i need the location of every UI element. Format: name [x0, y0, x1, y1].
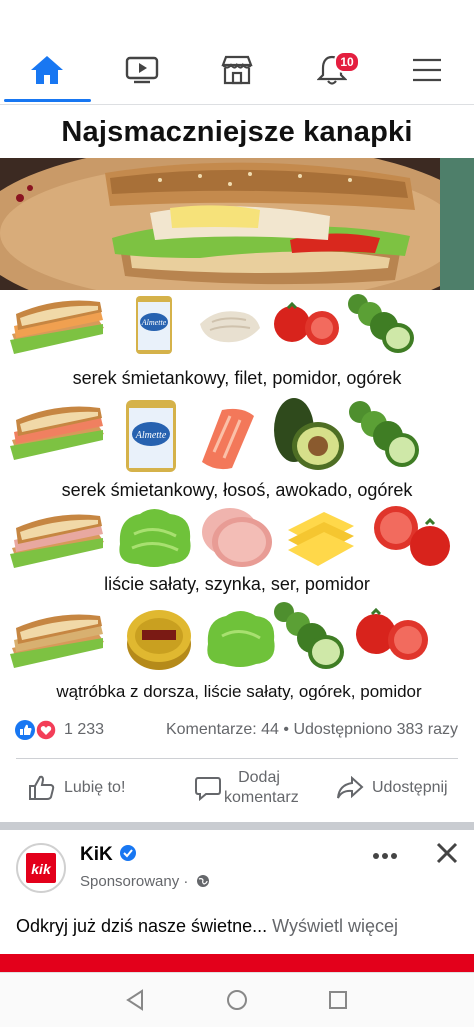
- more-options-icon[interactable]: [372, 848, 398, 866]
- ad-media-preview[interactable]: [0, 954, 474, 972]
- comment-button[interactable]: Dodaj komentarz: [194, 762, 299, 814]
- avocado-icon: [274, 398, 344, 470]
- comments-count[interactable]: Komentarze: 44: [166, 721, 279, 738]
- salmon-icon: [202, 408, 254, 470]
- stats-separator: •: [283, 721, 289, 738]
- ham-icon: [202, 508, 272, 567]
- comment-bubble-icon: [195, 777, 221, 801]
- ingredient-row-3: liście sałaty, szynka, ser, pomidor: [0, 502, 474, 612]
- like-label: Lubię to!: [64, 779, 126, 796]
- back-icon[interactable]: [124, 989, 146, 1016]
- home-circle-icon[interactable]: [226, 989, 248, 1016]
- ingredient-row-4: wątróbka z dorsza, liście sałaty, ogórek…: [0, 600, 474, 700]
- menu-hamburger-icon[interactable]: [403, 48, 451, 92]
- close-icon[interactable]: [436, 842, 458, 869]
- cheese-icon: [288, 512, 354, 566]
- almette-label: Almette: [141, 318, 167, 327]
- post-stats[interactable]: Komentarze: 44 • Udostępniono 383 razy: [166, 721, 458, 739]
- lettuce-icon: [119, 509, 191, 567]
- tomato-icon: [356, 607, 428, 660]
- kik-logo-text: kik: [31, 861, 52, 877]
- reaction-count[interactable]: 1 233: [64, 721, 104, 739]
- shares-count[interactable]: Udostępniono 383 razy: [293, 721, 458, 738]
- post-actions: Lubię to! Dodaj komentarz Udostępnij: [0, 762, 474, 818]
- tomato-icon: [274, 302, 339, 345]
- active-tab-indicator: [4, 99, 91, 102]
- like-button[interactable]: Lubię to!: [28, 762, 125, 814]
- sandwich-thumbnail: [10, 514, 104, 568]
- comment-label: Dodaj komentarz: [224, 769, 299, 806]
- sponsored-text: Sponsorowany ·: [80, 873, 189, 890]
- system-navigation-bar: [0, 972, 474, 1027]
- recents-square-icon[interactable]: [328, 990, 348, 1015]
- advertiser-name-text[interactable]: KiK: [80, 844, 113, 865]
- sponsored-label: Sponsorowany ·: [80, 873, 210, 890]
- advertiser-avatar[interactable]: kik: [16, 843, 66, 893]
- verified-badge-icon: [120, 845, 137, 861]
- divider: [16, 758, 458, 759]
- cucumber-icon: [274, 602, 344, 669]
- cucumber-icon: [348, 294, 414, 353]
- ingredients-caption-3: liście sałaty, szynka, ser, pomidor: [104, 574, 370, 594]
- hero-sandwich-photo: [0, 158, 474, 290]
- lettuce-icon: [207, 611, 275, 667]
- cucumber-icon: [349, 401, 419, 467]
- reactions-summary: 1 233 Komentarze: 44 • Udostępniono 383 …: [0, 712, 474, 748]
- almette-label: Almette: [135, 430, 167, 441]
- almette-cream-cheese-icon: Almette: [136, 296, 172, 354]
- chicken-fillet-icon: [200, 311, 260, 343]
- ad-body-text: Odkryj już dziś nasze świetne...: [16, 916, 268, 936]
- post-image[interactable]: Najsmaczniejsze kanapki Almette serek śm…: [0, 106, 474, 700]
- marketplace-icon[interactable]: [213, 48, 261, 92]
- like-love-reaction-icons[interactable]: [14, 719, 60, 741]
- ingredient-row-1: Almette serek śmietankowy, filet, pomido…: [0, 292, 474, 402]
- ingredients-caption-2: serek śmietankowy, łosoś, awokado, ogóre…: [61, 480, 413, 500]
- share-button[interactable]: Udostępnij: [336, 762, 448, 814]
- almette-cream-cheese-icon: Almette: [126, 400, 176, 472]
- video-icon[interactable]: [118, 48, 166, 92]
- globe-icon: [196, 875, 209, 887]
- ingredients-caption-1: serek śmietankowy, filet, pomidor, ogóre…: [72, 368, 402, 388]
- thumbs-up-icon: [29, 775, 55, 800]
- feed-separator: [0, 822, 474, 830]
- infographic-title: Najsmaczniejsze kanapki: [61, 116, 413, 148]
- kik-logo: kik: [26, 853, 56, 883]
- share-label: Udostępnij: [372, 779, 448, 796]
- cod-liver-can-icon: [127, 610, 191, 670]
- share-arrow-icon: [337, 776, 364, 799]
- ingredient-row-2: Almette serek śmietankowy, łosoś, awokad…: [0, 394, 474, 504]
- see-more-link[interactable]: Wyświetl więcej: [272, 916, 398, 936]
- sandwich-thumbnail: [10, 406, 104, 460]
- sandwich-thumbnail: [10, 614, 104, 668]
- ad-text: Odkryj już dziś nasze świetne... Wyświet…: [16, 916, 398, 937]
- ingredients-caption-4: wątróbka z dorsza, liście sałaty, ogórek…: [56, 682, 422, 700]
- sandwich-thumbnail: [10, 300, 104, 354]
- top-navigation-bar: 10: [0, 0, 474, 105]
- notifications-badge: 10: [334, 51, 360, 73]
- advertiser-name[interactable]: KiK: [80, 844, 137, 866]
- tomato-icon: [374, 506, 450, 566]
- home-icon[interactable]: [23, 48, 71, 92]
